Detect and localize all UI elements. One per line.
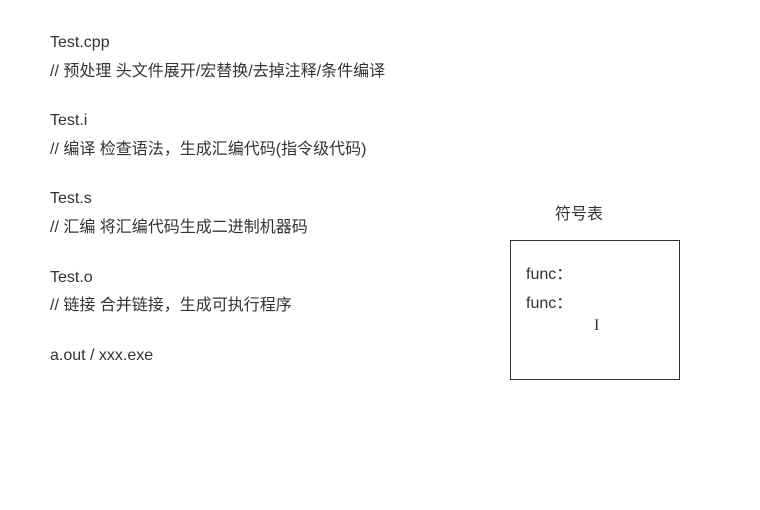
symbol-table-label: 符号表 [555, 200, 603, 224]
block-preprocess: Test.cpp // 预处理 头文件展开/宏替换/去掉注释/条件编译 [50, 30, 760, 84]
filename-cpp: Test.cpp [50, 30, 760, 56]
text-cursor-icon: I [594, 317, 599, 335]
symbol-line-2: func： [526, 290, 664, 319]
block-compile: Test.i // 编译 检查语法，生成汇编代码(指令级代码) [50, 108, 760, 162]
filename-s: Test.s [50, 186, 760, 212]
symbol-line-1: func： [526, 261, 664, 290]
comment-preprocess: // 预处理 头文件展开/宏替换/去掉注释/条件编译 [50, 59, 760, 85]
comment-assemble: // 汇编 将汇编代码生成二进制机器码 [50, 215, 760, 241]
filename-i: Test.i [50, 108, 760, 134]
comment-compile: // 编译 检查语法，生成汇编代码(指令级代码) [50, 137, 760, 163]
symbol-table-box: func： func： [510, 240, 680, 380]
block-assemble: Test.s // 汇编 将汇编代码生成二进制机器码 [50, 186, 760, 240]
